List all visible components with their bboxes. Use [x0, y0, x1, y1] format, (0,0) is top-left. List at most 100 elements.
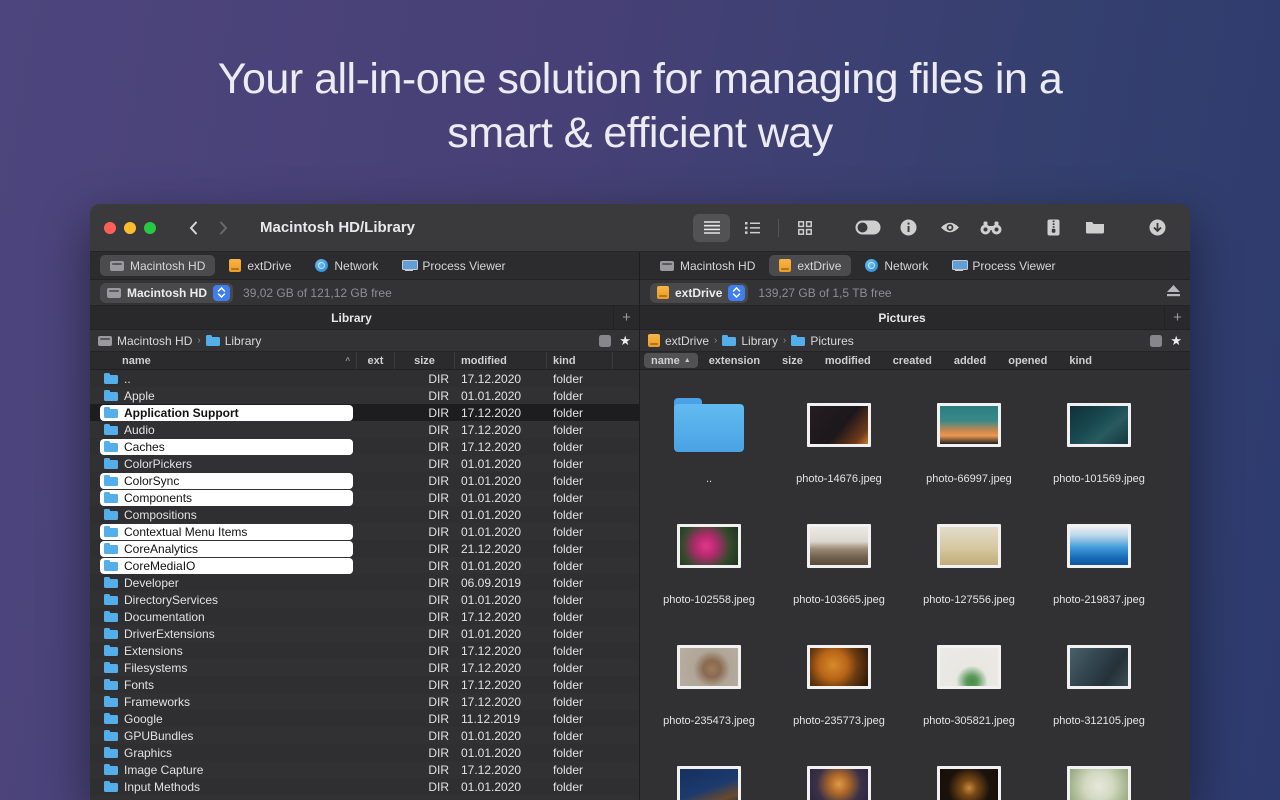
column-header-name[interactable]: name ▲ — [644, 353, 698, 368]
view-grid-icon[interactable] — [786, 214, 823, 242]
thumbnail-area — [904, 747, 1034, 800]
table-row[interactable]: .. DIR 17.12.2020 folder — [90, 370, 639, 387]
column-header-ext[interactable]: ext — [357, 352, 395, 369]
table-row[interactable]: Documentation DIR 17.12.2020 folder — [90, 608, 639, 625]
column-header-name[interactable]: name ^ — [90, 352, 357, 369]
grid-item[interactable] — [644, 747, 774, 800]
column-header-size[interactable]: size — [771, 355, 814, 367]
breadcrumb-item[interactable]: extDrive — [648, 334, 709, 348]
breadcrumb-item[interactable]: Library — [722, 334, 778, 348]
grid-item[interactable]: .. — [644, 384, 774, 505]
drive-stepper-icon[interactable] — [728, 285, 745, 301]
back-button[interactable] — [178, 215, 208, 241]
column-header-added[interactable]: added — [943, 355, 997, 367]
grid-item[interactable]: photo-235473.jpeg — [644, 626, 774, 747]
downloads-icon[interactable] — [1139, 214, 1176, 242]
table-row[interactable]: Google DIR 11.12.2019 folder — [90, 710, 639, 727]
grid-item[interactable]: photo-101569.jpeg — [1034, 384, 1164, 505]
grid-item[interactable]: photo-219837.jpeg — [1034, 505, 1164, 626]
table-row[interactable]: ColorPickers DIR 01.01.2020 folder — [90, 455, 639, 472]
archive-zip-icon[interactable] — [1035, 214, 1072, 242]
close-button[interactable] — [104, 222, 116, 234]
hidden-files-toggle-icon[interactable] — [1150, 335, 1162, 347]
breadcrumb-item[interactable]: Pictures — [791, 334, 853, 348]
column-header-created[interactable]: created — [882, 355, 943, 367]
file-name: DirectoryServices — [124, 593, 218, 607]
file-name: CoreMediaIO — [124, 559, 195, 573]
table-row[interactable]: Compositions DIR 01.01.2020 folder — [90, 506, 639, 523]
right-tab-process-viewer[interactable]: Process Viewer — [942, 255, 1065, 276]
table-row[interactable]: Application Support DIR 17.12.2020 folde… — [90, 404, 639, 421]
right-tab-network[interactable]: Network — [855, 255, 938, 276]
table-row[interactable]: CoreMediaIO DIR 01.01.2020 folder — [90, 557, 639, 574]
table-row[interactable]: Fonts DIR 17.12.2020 folder — [90, 676, 639, 693]
right-tab-extdrive[interactable]: extDrive — [769, 255, 851, 276]
left-tab-macintosh-hd[interactable]: Macintosh HD — [100, 255, 215, 276]
favorite-star-icon[interactable]: ★ — [619, 334, 631, 347]
grid-item[interactable]: photo-305821.jpeg — [904, 626, 1034, 747]
eject-icon[interactable] — [1167, 285, 1180, 300]
preview-eye-icon[interactable] — [931, 214, 968, 242]
left-add-tab-button[interactable]: + — [613, 306, 639, 329]
grid-item[interactable]: photo-14676.jpeg — [774, 384, 904, 505]
left-drive-selector[interactable]: Macintosh HD — [100, 283, 233, 303]
column-header-size[interactable]: size — [395, 352, 455, 369]
grid-item[interactable]: photo-127556.jpeg — [904, 505, 1034, 626]
network-folder-icon[interactable] — [1076, 214, 1113, 242]
table-row[interactable]: Apple DIR 01.01.2020 folder — [90, 387, 639, 404]
table-row[interactable]: Developer DIR 06.09.2019 folder — [90, 574, 639, 591]
right-tab-macintosh-hd[interactable]: Macintosh HD — [650, 255, 765, 276]
table-row[interactable]: DirectoryServices DIR 01.01.2020 folder — [90, 591, 639, 608]
left-tab-process-viewer[interactable]: Process Viewer — [392, 255, 515, 276]
right-pane-title-row: Pictures + — [640, 306, 1190, 330]
table-row[interactable]: Audio DIR 17.12.2020 folder — [90, 421, 639, 438]
breadcrumb-item[interactable]: Macintosh HD — [98, 334, 192, 348]
table-row[interactable]: Image Capture DIR 17.12.2020 folder — [90, 761, 639, 778]
table-row[interactable]: Frameworks DIR 17.12.2020 folder — [90, 693, 639, 710]
table-row[interactable]: Graphics DIR 01.01.2020 folder — [90, 744, 639, 761]
grid-item[interactable] — [774, 747, 904, 800]
table-row[interactable]: Extensions DIR 17.12.2020 folder — [90, 642, 639, 659]
column-header-extension[interactable]: extension — [698, 355, 771, 367]
breadcrumb-item[interactable]: Library — [206, 334, 262, 348]
grid-item[interactable]: photo-102558.jpeg — [644, 505, 774, 626]
table-row[interactable]: ColorSync DIR 01.01.2020 folder — [90, 472, 639, 489]
grid-item[interactable]: photo-235773.jpeg — [774, 626, 904, 747]
forward-button[interactable] — [208, 215, 238, 241]
column-header-opened[interactable]: opened — [997, 355, 1058, 367]
drive-stepper-icon[interactable] — [213, 285, 230, 301]
column-header-kind[interactable]: kind — [1058, 355, 1103, 367]
grid-item[interactable] — [1034, 747, 1164, 800]
left-drive-bar: Macintosh HD 39,02 GB of 121,12 GB free — [90, 280, 639, 306]
column-header-kind[interactable]: kind — [547, 352, 613, 369]
right-drive-selector[interactable]: extDrive — [650, 283, 748, 303]
hidden-files-toggle-icon[interactable] — [599, 335, 611, 347]
grid-item[interactable] — [904, 747, 1034, 800]
zoom-button[interactable] — [144, 222, 156, 234]
left-tab-network[interactable]: Network — [305, 255, 388, 276]
info-icon[interactable] — [890, 214, 927, 242]
file-size: DIR — [395, 608, 455, 625]
grid-item[interactable]: photo-312105.jpeg — [1034, 626, 1164, 747]
view-columns-icon[interactable] — [734, 214, 771, 242]
table-row[interactable]: Components DIR 01.01.2020 folder — [90, 489, 639, 506]
right-add-tab-button[interactable]: + — [1164, 306, 1190, 329]
hero-line-2: smart & efficient way — [0, 106, 1280, 160]
table-row[interactable]: DriverExtensions DIR 01.01.2020 folder — [90, 625, 639, 642]
search-binoculars-icon[interactable] — [972, 214, 1009, 242]
left-tab-extdrive[interactable]: extDrive — [219, 255, 301, 276]
table-row[interactable]: GPUBundles DIR 01.01.2020 folder — [90, 727, 639, 744]
column-header-modified[interactable]: modified — [814, 355, 882, 367]
table-row[interactable]: Caches DIR 17.12.2020 folder — [90, 438, 639, 455]
favorite-star-icon[interactable]: ★ — [1170, 334, 1182, 347]
toggle-icon[interactable] — [849, 214, 886, 242]
grid-item[interactable]: photo-66997.jpeg — [904, 384, 1034, 505]
view-list-icon[interactable] — [693, 214, 730, 242]
minimize-button[interactable] — [124, 222, 136, 234]
table-row[interactable]: Input Methods DIR 01.01.2020 folder — [90, 778, 639, 795]
grid-item[interactable]: photo-103665.jpeg — [774, 505, 904, 626]
table-row[interactable]: Contextual Menu Items DIR 01.01.2020 fol… — [90, 523, 639, 540]
table-row[interactable]: Filesystems DIR 17.12.2020 folder — [90, 659, 639, 676]
column-header-modified[interactable]: modified — [455, 352, 547, 369]
table-row[interactable]: CoreAnalytics DIR 21.12.2020 folder — [90, 540, 639, 557]
